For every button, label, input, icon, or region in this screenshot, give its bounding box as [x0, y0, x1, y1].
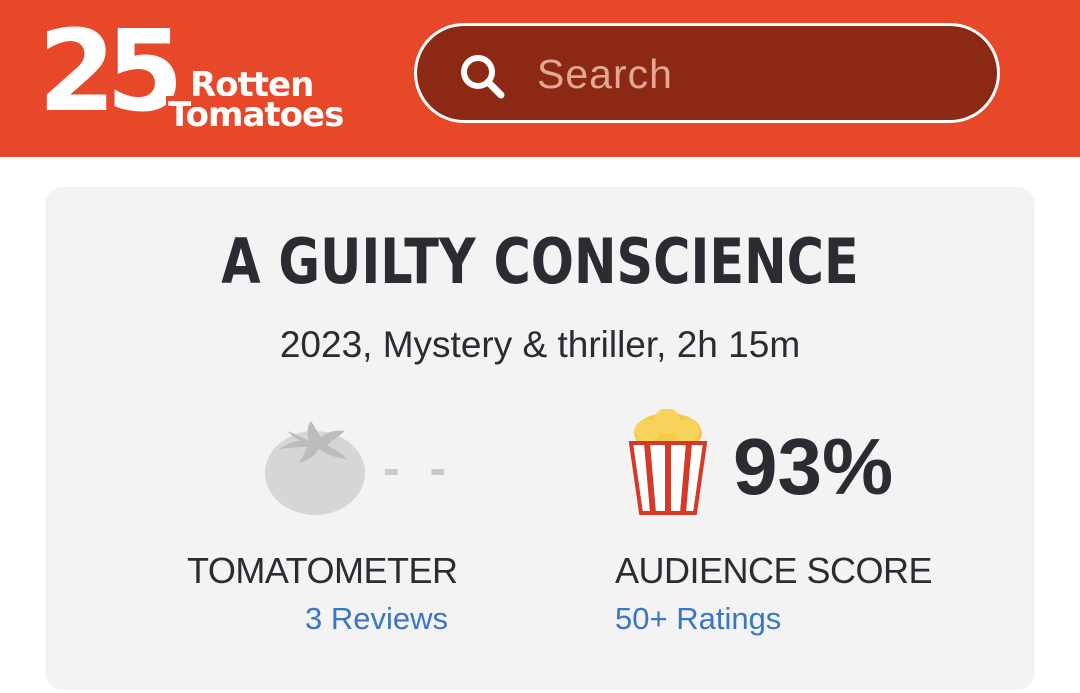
- search-bar[interactable]: Search: [414, 23, 1000, 123]
- logo-25-number: 25: [38, 7, 184, 137]
- movie-title: A GUILTY CONSCIENCE: [221, 225, 859, 298]
- search-icon: [461, 55, 505, 99]
- tomatometer-label: TOMATOMETER: [187, 550, 458, 591]
- site-header: 25 Rotten Tomatoes Search: [0, 0, 1080, 157]
- popcorn-icon: [628, 409, 708, 515]
- reviews-link[interactable]: 3 Reviews: [305, 601, 448, 637]
- ratings-link[interactable]: 50+ Ratings: [615, 601, 781, 637]
- audience-score-value: 93%: [733, 422, 894, 511]
- logo-word-tomatoes: Tomatoes: [166, 96, 348, 134]
- rotten-tomatoes-25-logo[interactable]: 25 Rotten Tomatoes: [38, 16, 368, 134]
- tomatometer-score: - -: [383, 440, 455, 496]
- tomato-empty-icon: [265, 421, 365, 515]
- movie-meta: 2023, Mystery & thriller, 2h 15m: [279, 324, 801, 365]
- search-input[interactable]: Search: [537, 52, 673, 96]
- audience-score-label: AUDIENCE SCORE: [615, 550, 933, 591]
- movie-score-card: A GUILTY CONSCIENCE 2023, Mystery & thri…: [45, 187, 1035, 690]
